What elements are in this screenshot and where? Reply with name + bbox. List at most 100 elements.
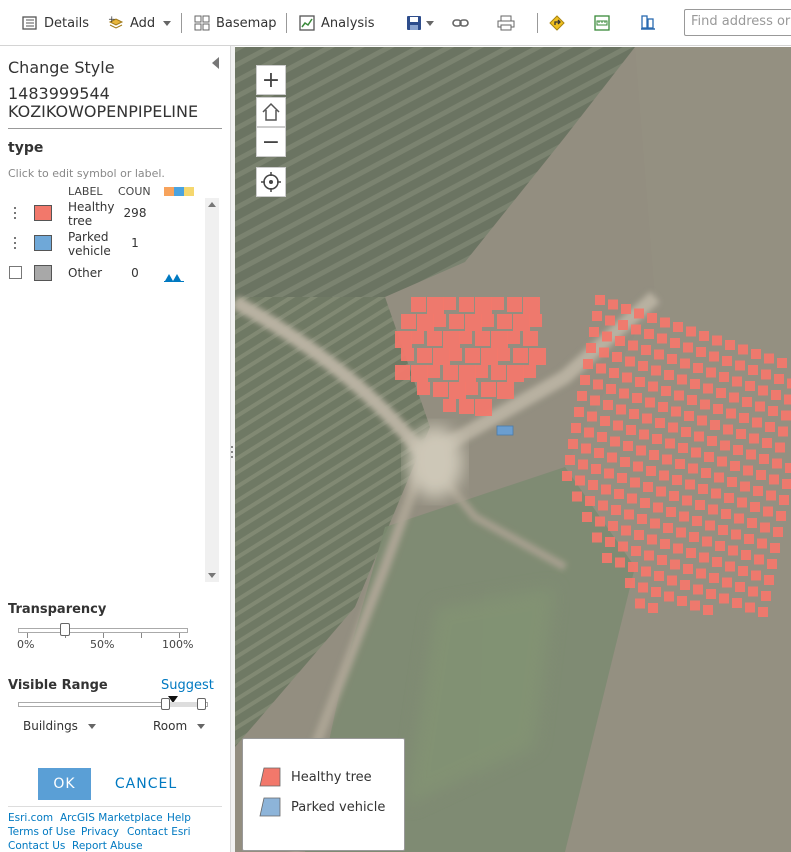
tree-point[interactable] <box>507 331 520 344</box>
tree-point[interactable] <box>575 475 585 486</box>
tree-point[interactable] <box>787 378 791 389</box>
tree-point[interactable] <box>443 331 460 348</box>
tree-point[interactable] <box>659 470 669 481</box>
tree-point[interactable] <box>600 416 610 426</box>
tree-point[interactable] <box>673 322 683 332</box>
footer-link-privacy[interactable]: Privacy <box>81 826 119 838</box>
tree-point[interactable] <box>674 390 684 401</box>
tree-point[interactable] <box>696 568 706 579</box>
tree-point[interactable] <box>712 335 722 346</box>
tree-point[interactable] <box>590 395 600 406</box>
min-scale-select[interactable]: Buildings <box>23 719 96 733</box>
tree-point[interactable] <box>608 521 618 531</box>
drag-handle-icon[interactable] <box>14 237 16 251</box>
tree-point[interactable] <box>653 502 663 513</box>
tree-point[interactable] <box>720 440 730 451</box>
tree-point[interactable] <box>651 587 661 597</box>
tree-point[interactable] <box>595 516 605 527</box>
tree-point[interactable] <box>650 518 660 529</box>
tree-point[interactable] <box>596 363 606 374</box>
tree-point[interactable] <box>717 456 727 467</box>
drag-handle-icon[interactable] <box>14 207 16 221</box>
tree-point[interactable] <box>745 602 755 613</box>
tree-point[interactable] <box>417 314 434 331</box>
tree-point[interactable] <box>443 399 456 412</box>
tree-point[interactable] <box>750 502 760 512</box>
tree-point[interactable] <box>628 340 638 351</box>
tree-point[interactable] <box>443 365 458 380</box>
tree-point[interactable] <box>411 331 424 344</box>
tree-point[interactable] <box>643 482 653 492</box>
tree-point[interactable] <box>779 495 789 505</box>
tree-point[interactable] <box>523 331 538 346</box>
tree-point[interactable] <box>427 297 444 314</box>
tree-point[interactable] <box>648 603 658 613</box>
tree-point[interactable] <box>745 381 755 391</box>
tree-point[interactable] <box>708 504 718 515</box>
tree-point[interactable] <box>766 490 776 501</box>
tree-point[interactable] <box>661 386 671 396</box>
tree-point[interactable] <box>685 479 695 490</box>
tree-point[interactable] <box>647 313 657 323</box>
tree-point[interactable] <box>727 477 737 487</box>
tree-point[interactable] <box>631 324 641 335</box>
tree-point[interactable] <box>732 598 742 608</box>
tree-point[interactable] <box>605 315 615 326</box>
tree-point[interactable] <box>700 399 710 410</box>
tree-point[interactable] <box>612 352 622 362</box>
tree-point[interactable] <box>755 401 765 412</box>
add-button[interactable]: + Add <box>108 12 172 34</box>
tree-point[interactable] <box>638 582 648 593</box>
tree-point[interactable] <box>721 509 731 519</box>
tree-point[interactable] <box>604 468 614 479</box>
category-label[interactable]: Parked vehicle <box>68 230 111 258</box>
tree-point[interactable] <box>597 432 607 442</box>
tree-point[interactable] <box>773 527 783 537</box>
tree-point[interactable] <box>684 411 694 421</box>
tree-point[interactable] <box>607 452 617 463</box>
tree-point[interactable] <box>523 297 540 314</box>
tree-point[interactable] <box>624 509 634 520</box>
footer-link-contact-esri[interactable]: Contact Esri <box>127 826 191 838</box>
tree-point[interactable] <box>732 376 742 387</box>
tree-point[interactable] <box>778 426 788 437</box>
tree-point[interactable] <box>465 314 482 331</box>
tree-point[interactable] <box>707 436 717 446</box>
tree-point[interactable] <box>644 550 654 561</box>
tree-point[interactable] <box>671 406 681 417</box>
tree-point[interactable] <box>606 384 616 394</box>
tree-point[interactable] <box>475 331 490 346</box>
tree-point[interactable] <box>591 464 601 474</box>
tree-point[interactable] <box>572 491 582 502</box>
tree-point[interactable] <box>459 365 476 382</box>
tree-point[interactable] <box>634 308 644 319</box>
tree-point[interactable] <box>636 445 646 456</box>
tree-point[interactable] <box>599 347 609 358</box>
scroll-up-icon[interactable] <box>208 202 216 207</box>
search-input[interactable]: Find address or p <box>684 9 791 36</box>
tree-point[interactable] <box>601 484 611 495</box>
ok-button[interactable]: OK <box>38 768 91 800</box>
tree-point[interactable] <box>618 320 628 330</box>
tree-point[interactable] <box>681 427 691 437</box>
tree-point[interactable] <box>696 347 706 357</box>
tree-point[interactable] <box>602 553 612 563</box>
category-row-parked-vehicle[interactable]: Parked vehicle 1 <box>0 227 200 258</box>
tree-point[interactable] <box>729 392 739 403</box>
tree-point[interactable] <box>690 600 700 611</box>
tree-point[interactable] <box>449 382 466 399</box>
tree-point[interactable] <box>641 345 651 355</box>
tree-point[interactable] <box>734 513 744 524</box>
tree-point[interactable] <box>585 496 595 506</box>
tree-point[interactable] <box>639 429 649 440</box>
tree-point[interactable] <box>654 349 664 360</box>
tree-point[interactable] <box>776 511 786 521</box>
footer-link-report-abuse[interactable]: Report Abuse <box>72 840 143 852</box>
tree-point[interactable] <box>770 543 780 553</box>
tree-point[interactable] <box>739 413 749 423</box>
tree-point[interactable] <box>662 454 672 465</box>
tree-point[interactable] <box>644 329 654 339</box>
symbol-swatch-healthy-tree[interactable] <box>34 205 52 221</box>
tree-point[interactable] <box>706 367 716 378</box>
footer-link-contact-us[interactable]: Contact Us <box>8 840 65 852</box>
